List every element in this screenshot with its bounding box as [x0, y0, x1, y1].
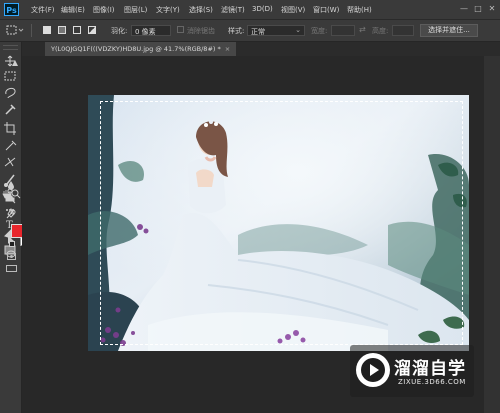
close-tab-icon[interactable]: ×	[225, 45, 230, 53]
style-value: 正常	[251, 28, 265, 36]
photoshop-logo: Ps	[4, 3, 19, 16]
right-panel-strip	[484, 56, 500, 413]
feather-input[interactable]: 0 像素	[131, 25, 171, 36]
document-tab-title: Y(L0QJGQ1F(((VDZKY)HD8U.jpg @ 41.7%(RGB/…	[51, 45, 221, 53]
feather-label: 羽化:	[111, 27, 128, 35]
menu-3d[interactable]: 3D(D)	[252, 5, 273, 13]
chevron-down-icon: ⌄	[295, 26, 301, 34]
zoom-tool-icon	[11, 189, 21, 199]
menu-select[interactable]: 选择(S)	[189, 5, 213, 15]
minimize-icon[interactable]: —	[460, 4, 468, 13]
menu-window[interactable]: 窗口(W)	[313, 5, 339, 15]
height-input[interactable]	[392, 25, 414, 36]
document-tab-bar: Y(L0QJGQ1F(((VDZKY)HD8U.jpg @ 41.7%(RGB/…	[21, 42, 500, 56]
panel-grip[interactable]	[3, 45, 18, 50]
quick-mask-icon[interactable]	[7, 253, 16, 260]
width-input[interactable]	[331, 25, 355, 36]
new-selection-icon[interactable]	[43, 26, 51, 34]
intersect-selection-icon[interactable]	[88, 26, 96, 34]
swap-dimensions-icon[interactable]: ⇄	[359, 25, 366, 34]
menu-file[interactable]: 文件(F)	[31, 5, 55, 15]
marquee-selection[interactable]	[100, 101, 463, 345]
maximize-icon[interactable]: □	[474, 4, 482, 13]
feather-value: 0 像素	[135, 28, 156, 36]
marquee-preset-icon[interactable]	[6, 25, 24, 36]
menu-filter[interactable]: 滤镜(T)	[221, 5, 245, 15]
subtract-selection-icon[interactable]	[73, 26, 81, 34]
style-label: 样式:	[228, 27, 245, 35]
menu-bar: Ps 文件(F) 编辑(E) 图像(I) 图层(L) 文字(Y) 选择(S) 滤…	[0, 0, 500, 20]
antialias-checkbox[interactable]	[177, 26, 184, 33]
document-tab[interactable]: Y(L0QJGQ1F(((VDZKY)HD8U.jpg @ 41.7%(RGB/…	[45, 42, 237, 56]
style-select[interactable]: 正常 ⌄	[247, 25, 305, 36]
watermark-title: 溜溜自学	[394, 359, 466, 379]
menu-edit[interactable]: 编辑(E)	[61, 5, 85, 15]
watermark-badge: 溜溜自学 ZIXUE.3D66.COM	[350, 345, 474, 397]
close-window-icon[interactable]: ✕	[488, 4, 496, 13]
add-selection-icon[interactable]	[58, 26, 66, 34]
blur-tool-icon	[12, 60, 18, 66]
quick-mask-dot	[10, 255, 13, 258]
menu-help[interactable]: 帮助(H)	[347, 5, 372, 15]
height-label: 高度:	[372, 27, 389, 35]
options-bar: 羽化: 0 像素 消除锯齿 样式: 正常 ⌄ 宽度: ⇄ 高度: 选择并遮住..…	[0, 20, 500, 42]
screen-mode-icon[interactable]	[6, 265, 17, 272]
select-and-mask-button[interactable]: 选择并遮住...	[420, 24, 478, 37]
default-colors-icon[interactable]	[9, 241, 15, 247]
more-tools-icon	[6, 209, 14, 211]
watermark-logo-icon	[356, 353, 390, 387]
menu-layer[interactable]: 图层(L)	[124, 5, 147, 15]
menu-type[interactable]: 文字(Y)	[156, 5, 180, 15]
antialias-label: 消除锯齿	[187, 27, 215, 35]
menu-image[interactable]: 图像(I)	[93, 5, 115, 15]
width-label: 宽度:	[311, 27, 328, 35]
separator	[31, 24, 32, 37]
watermark-url: ZIXUE.3D66.COM	[398, 378, 466, 386]
menu-view[interactable]: 视图(V)	[281, 5, 305, 15]
hand-zoom-tools	[2, 189, 21, 211]
play-icon	[361, 358, 385, 382]
hand-tool-icon	[2, 190, 12, 199]
